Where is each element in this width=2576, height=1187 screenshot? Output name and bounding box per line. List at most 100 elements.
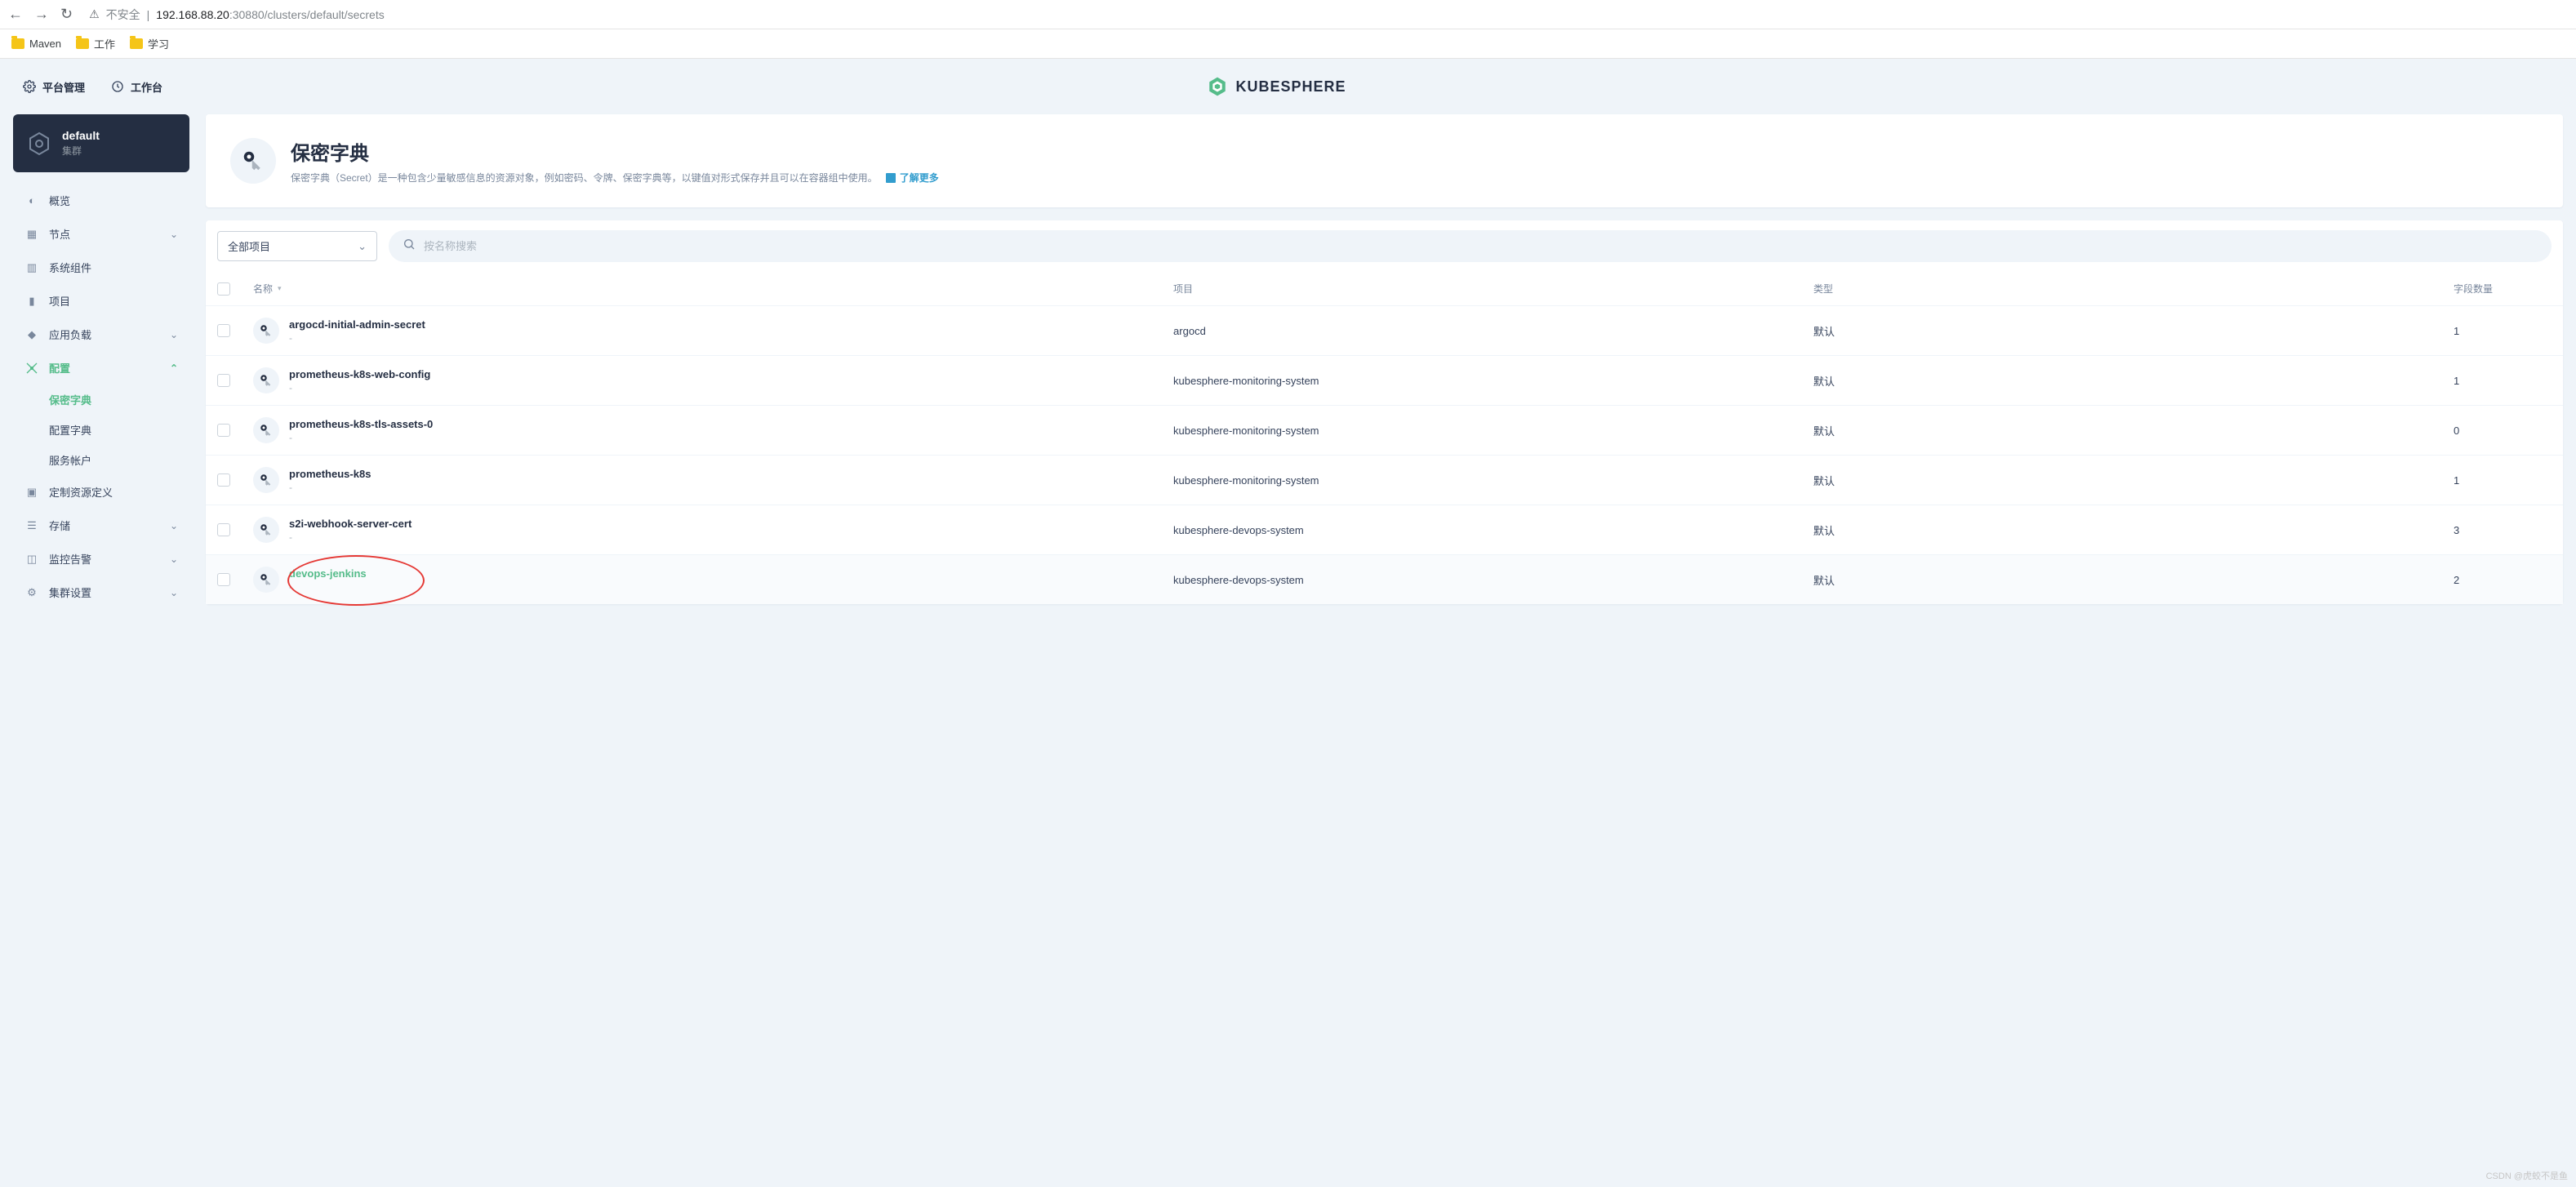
key-icon [253,567,279,593]
row-checkbox[interactable] [217,573,230,586]
dashboard-icon [111,80,124,93]
nav-serviceaccounts[interactable]: 服务帐户 [49,445,189,475]
secret-type: 默认 [1813,323,2454,339]
back-icon[interactable]: ← [8,6,23,23]
chevron-down-icon: ⌄ [170,329,178,340]
table-row[interactable]: prometheus-k8s - kubesphere-monitoring-sys… [206,455,2563,505]
secret-name[interactable]: prometheus-k8s [289,468,371,480]
secret-count: 2 [2454,574,2552,586]
logo-icon [1207,76,1228,97]
nav-config[interactable]: 配置 ⌃ [13,351,189,385]
secret-name[interactable]: prometheus-k8s-web-config [289,368,430,380]
secret-sub: - [289,482,371,493]
components-icon: ▥ [24,260,39,275]
row-checkbox[interactable] [217,324,230,337]
secret-type: 默认 [1813,572,2454,588]
nav-configmaps[interactable]: 配置字典 [49,415,189,445]
cluster-sub: 集群 [62,144,100,158]
config-icon [24,361,39,376]
bookmark-study[interactable]: 学习 [130,36,169,51]
bookmark-maven[interactable]: Maven [11,38,61,50]
workbench-link[interactable]: 工作台 [111,79,162,95]
insecure-label: 不安全 [106,7,140,23]
secret-count: 1 [2454,375,2552,387]
sort-icon: ▾ [278,284,282,293]
secret-project: kubesphere-monitoring-system [1173,425,1813,437]
search-input[interactable] [424,240,2538,252]
secret-project: kubesphere-monitoring-system [1173,375,1813,387]
table-header: 名称 ▾ 项目 类型 字段数量 [206,272,2563,305]
bookmark-work[interactable]: 工作 [76,36,115,51]
chevron-down-icon: ⌄ [170,587,178,598]
table-row[interactable]: prometheus-k8s-tls-assets-0 - kubesphere-m… [206,405,2563,455]
secret-type: 默认 [1813,473,2454,488]
kubesphere-logo: KUBESPHERE [1207,76,1346,97]
row-checkbox[interactable] [217,473,230,487]
gauge-icon: ◐ [24,193,39,208]
search-icon [403,238,416,255]
nav-workloads[interactable]: ◆ 应用负载 ⌄ [13,318,189,351]
table-row[interactable]: prometheus-k8s-web-config-kubesphere-mon… [206,355,2563,405]
nav-projects[interactable]: ▮ 项目 [13,284,189,318]
workload-icon: ◆ [24,327,39,342]
row-checkbox[interactable] [217,374,230,387]
nav-crd[interactable]: ▣ 定制资源定义 [13,475,189,509]
chevron-down-icon: ⌄ [170,520,178,531]
row-checkbox[interactable] [217,523,230,536]
column-name[interactable]: 名称 ▾ [253,282,1173,296]
key-icon [253,318,279,344]
table-row[interactable]: s2i-webhook-server-cert-kubesphere-devop… [206,505,2563,554]
forward-icon[interactable]: → [34,6,49,23]
folder-icon [11,38,24,49]
cluster-card[interactable]: default 集群 [13,114,189,172]
platform-manage-link[interactable]: 平台管理 [23,79,85,95]
table-row[interactable]: argocd-initial-admin-secret-argocd默认1 [206,305,2563,355]
secret-sub: - [289,332,425,344]
nav-monitoring[interactable]: ◫ 监控告警 ⌄ [13,542,189,576]
secret-name[interactable]: devops-jenkins [289,567,367,580]
url-path: :30880/clusters/default/secrets [229,8,385,21]
warning-icon: ⚠ [89,7,100,21]
projects-icon: ▮ [24,294,39,309]
table-toolbar: 全部项目 ⌄ [206,220,2563,272]
nav-config-children: 保密字典 配置字典 服务帐户 [13,385,189,475]
reload-icon[interactable]: ↻ [60,6,73,23]
nav-nodes[interactable]: ▦ 节点 ⌄ [13,217,189,251]
key-icon [253,367,279,393]
chevron-down-icon: ⌄ [170,553,178,565]
nav-components[interactable]: ▥ 系统组件 [13,251,189,284]
page-description: 保密字典（Secret）是一种包含少量敏感信息的资源对象，例如密码、令牌、保密字… [291,171,2538,184]
chevron-up-icon: ⌃ [170,362,178,374]
select-all-checkbox[interactable] [217,282,230,296]
secret-count: 1 [2454,325,2552,337]
secret-sub: - [289,432,433,443]
monitoring-icon: ◫ [24,552,39,567]
search-box[interactable] [389,230,2552,262]
nodes-icon: ▦ [24,227,39,242]
bookmark-bar: Maven 工作 学习 [0,29,2576,59]
nav-cluster-settings[interactable]: ⚙ 集群设置 ⌄ [13,576,189,609]
row-checkbox[interactable] [217,424,230,437]
column-type: 类型 [1813,282,2454,296]
nav-overview[interactable]: ◐ 概览 [13,184,189,217]
secrets-table-card: 全部项目 ⌄ 名称 ▾ [206,220,2563,604]
secret-type: 默认 [1813,522,2454,538]
nav-secrets[interactable]: 保密字典 [49,385,189,415]
storage-icon: ☰ [24,518,39,533]
main-content: 保密字典 保密字典（Secret）是一种包含少量敏感信息的资源对象，例如密码、令… [206,114,2563,604]
address-bar[interactable]: ⚠ 不安全 | 192.168.88.20:30880/clusters/def… [89,7,385,23]
key-icon [253,467,279,493]
secret-name[interactable]: prometheus-k8s-tls-assets-0 [289,418,433,430]
secret-count: 1 [2454,474,2552,487]
nav-storage[interactable]: ☰ 存储 ⌄ [13,509,189,542]
secret-name[interactable]: argocd-initial-admin-secret [289,318,425,331]
secret-type: 默认 [1813,373,2454,389]
project-filter-select[interactable]: 全部项目 ⌄ [217,231,377,261]
learn-more-link[interactable]: 了解更多 [900,172,939,184]
secret-name[interactable]: s2i-webhook-server-cert [289,518,412,530]
page-icon [230,138,276,184]
chevron-down-icon: ⌄ [358,240,367,253]
sidebar: default 集群 ◐ 概览 ▦ 节点 ⌄ [13,114,189,609]
secret-project: kubesphere-monitoring-system [1173,474,1813,487]
table-row[interactable]: devops-jenkins-kubesphere-devops-system默… [206,554,2563,604]
